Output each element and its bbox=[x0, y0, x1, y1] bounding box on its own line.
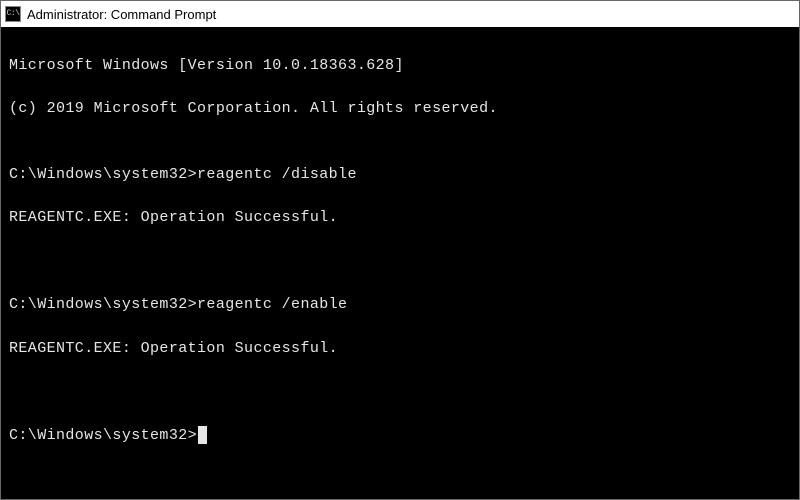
command-1: reagentc /disable bbox=[197, 166, 357, 183]
window-title: Administrator: Command Prompt bbox=[27, 7, 216, 22]
prompt: C:\Windows\system32> bbox=[9, 166, 197, 183]
banner-version: Microsoft Windows [Version 10.0.18363.62… bbox=[9, 55, 791, 77]
cursor bbox=[198, 426, 207, 444]
cmd-icon: C:\ bbox=[5, 6, 21, 22]
prompt: C:\Windows\system32> bbox=[9, 427, 197, 444]
cmd-window: C:\ Administrator: Command Prompt Micros… bbox=[0, 0, 800, 500]
command-2: reagentc /enable bbox=[197, 296, 347, 313]
terminal[interactable]: Microsoft Windows [Version 10.0.18363.62… bbox=[1, 27, 799, 499]
prompt: C:\Windows\system32> bbox=[9, 296, 197, 313]
output-1: REAGENTC.EXE: Operation Successful. bbox=[9, 207, 791, 229]
output-2: REAGENTC.EXE: Operation Successful. bbox=[9, 338, 791, 360]
command-line-2: C:\Windows\system32>reagentc /enable bbox=[9, 294, 791, 316]
titlebar[interactable]: C:\ Administrator: Command Prompt bbox=[1, 1, 799, 27]
current-prompt-line[interactable]: C:\Windows\system32> bbox=[9, 425, 791, 447]
command-line-1: C:\Windows\system32>reagentc /disable bbox=[9, 164, 791, 186]
banner-copyright: (c) 2019 Microsoft Corporation. All righ… bbox=[9, 98, 791, 120]
